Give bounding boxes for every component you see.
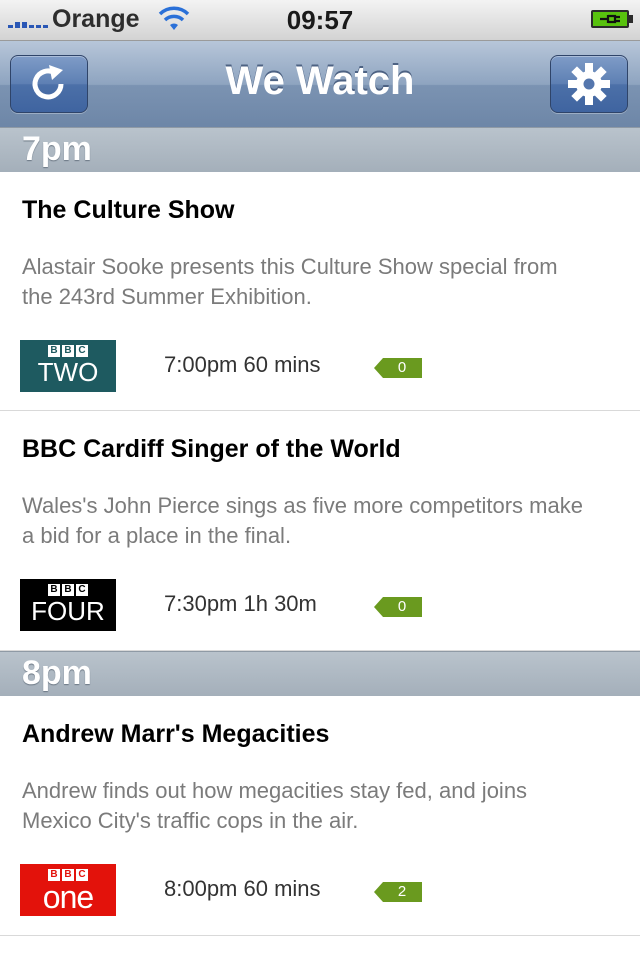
logo-letter: B <box>62 345 74 357</box>
watch-count-badge[interactable]: 0 <box>374 597 422 617</box>
section-header-7pm: 7pm <box>0 127 640 173</box>
programme-time: 8:00pm 60 mins <box>164 876 321 901</box>
watch-count-badge[interactable]: 0 <box>374 358 422 378</box>
bbc-one-logo: B B C one <box>20 864 116 916</box>
section-label: 8pm <box>22 654 92 692</box>
logo-letter: B <box>62 584 74 596</box>
programme-title: BBC Cardiff Singer of the World <box>22 435 401 463</box>
programme-description: Andrew finds out how megacities stay fed… <box>22 778 528 833</box>
programme-description: Wales's John Pierce sings as five more c… <box>22 493 583 548</box>
programme-title: The Culture Show <box>22 196 235 224</box>
navigation-bar: We Watch <box>0 41 640 129</box>
watch-count-badge[interactable]: 2 <box>374 882 422 902</box>
bbc-two-logo: B B C TWO <box>20 340 116 392</box>
status-bar: Orange 09:57 <box>0 0 640 41</box>
programme-cell[interactable]: BBC Cardiff Singer of the World Wales's … <box>0 411 640 651</box>
programme-description: Alastair Sooke presents this Culture Sho… <box>22 254 558 309</box>
logo-letter: C <box>76 345 88 357</box>
clock: 09:57 <box>286 5 354 35</box>
watch-count: 0 <box>397 598 407 615</box>
programme-cell[interactable]: The Culture Show Alastair Sooke presents… <box>0 172 640 411</box>
logo-letter: B <box>48 584 60 596</box>
bbc-four-logo: B B C FOUR <box>20 579 116 631</box>
page-title: We Watch <box>225 59 415 103</box>
section-header-8pm: 8pm <box>0 651 640 697</box>
programme-title: Andrew Marr's Megacities <box>22 720 330 748</box>
channel-name: one <box>42 879 94 915</box>
watch-count: 2 <box>397 883 407 900</box>
channel-name: TWO <box>37 357 99 387</box>
programme-time: 7:00pm 60 mins <box>164 352 321 377</box>
channel-name: FOUR <box>31 596 105 626</box>
gear-icon <box>568 63 610 105</box>
logo-letter: B <box>48 345 60 357</box>
battery-charging-icon <box>591 10 633 28</box>
programme-time: 7:30pm 1h 30m <box>164 591 317 616</box>
programme-cell[interactable]: Andrew Marr's Megacities Andrew finds ou… <box>0 696 640 936</box>
logo-letter: C <box>76 584 88 596</box>
watch-count: 0 <box>397 359 407 376</box>
section-label: 7pm <box>22 130 92 168</box>
settings-button[interactable] <box>550 55 628 113</box>
